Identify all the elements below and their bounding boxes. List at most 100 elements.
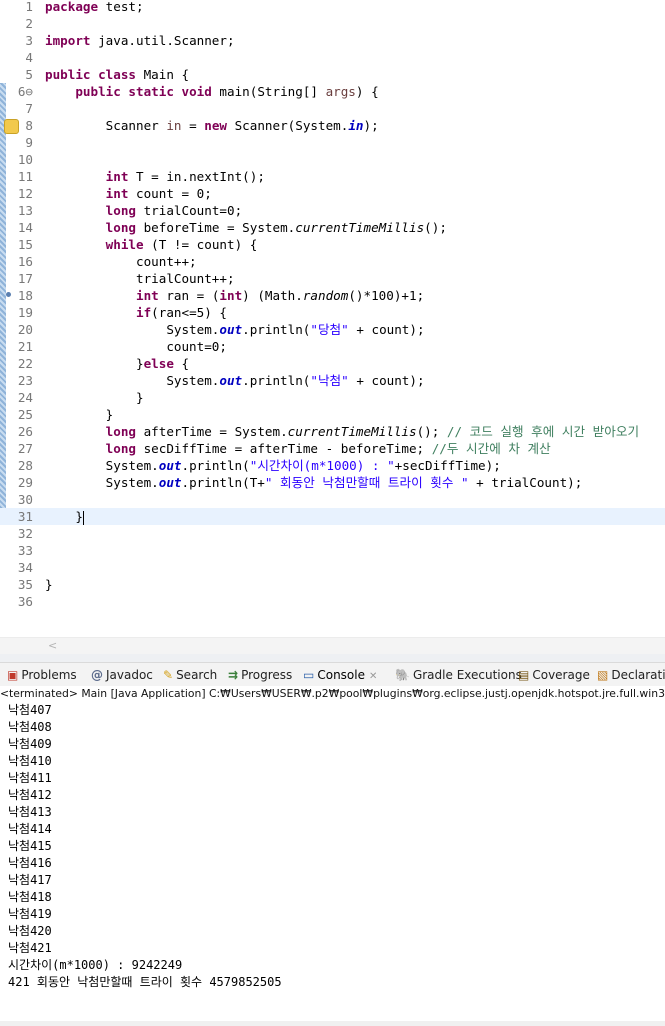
code-line[interactable]: 29 System.out.println(T+" 회동안 낙첨만할때 트라이 … bbox=[0, 474, 665, 491]
code-line[interactable]: 11 int T = in.nextInt(); bbox=[0, 168, 665, 185]
code-line[interactable]: 31 } bbox=[0, 508, 665, 525]
console-icon: ▭ bbox=[303, 668, 315, 682]
code-line[interactable]: 17 trialCount++; bbox=[0, 270, 665, 287]
line-number: 1 bbox=[25, 0, 33, 14]
code-line[interactable]: 4 bbox=[0, 49, 665, 66]
code-text: } bbox=[45, 576, 53, 593]
code-token: if bbox=[136, 305, 152, 320]
code-token: // 코드 실행 후에 시간 받아오기 bbox=[446, 424, 640, 439]
code-token: T = in.nextInt(); bbox=[128, 169, 265, 184]
code-token: int bbox=[105, 186, 129, 201]
code-line[interactable]: 25 } bbox=[0, 406, 665, 423]
progress-icon: ⇉ bbox=[228, 668, 239, 682]
line-number: 32 bbox=[17, 526, 33, 541]
code-line[interactable]: 5 public class Main { bbox=[0, 66, 665, 83]
tab-label: Search bbox=[176, 668, 218, 682]
code-line[interactable]: 9 bbox=[0, 134, 665, 151]
code-line[interactable]: 14 long beforeTime = System.currentTimeM… bbox=[0, 219, 665, 236]
code-editor[interactable]: 1 package test; 2 3 import java.util.Scanner… bbox=[0, 0, 665, 637]
code-line[interactable]: 6⊖ public static void main(String[] args… bbox=[0, 83, 665, 100]
code-line[interactable]: 34 bbox=[0, 559, 665, 576]
code-line[interactable]: 3 import java.util.Scanner; bbox=[0, 32, 665, 49]
code-text: int T = in.nextInt(); bbox=[45, 168, 265, 185]
code-token: = bbox=[181, 118, 205, 133]
editor-horizontal-scrollbar[interactable]: < bbox=[0, 637, 665, 655]
code-line[interactable]: 7 bbox=[0, 100, 665, 117]
declaration-icon: ▧ bbox=[597, 668, 609, 682]
tab-coverage[interactable]: ▤ Coverage bbox=[518, 663, 590, 687]
code-line[interactable]: 23 System.out.println("낙첨" + count); bbox=[0, 372, 665, 389]
code-token: random bbox=[302, 288, 349, 303]
gradle-icon: 🐘 bbox=[395, 668, 410, 682]
code-token: (); bbox=[416, 424, 447, 439]
code-line[interactable]: 28 System.out.println("시간차이(m*1000) : "+… bbox=[0, 457, 665, 474]
tab-problems[interactable]: ▣ Problems bbox=[7, 663, 77, 687]
code-line[interactable]: 18 int ran = (int) (Math.random()*100)+1… bbox=[0, 287, 665, 304]
code-line[interactable]: 36 bbox=[0, 593, 665, 610]
code-line[interactable]: 15 while (T != count) { bbox=[0, 236, 665, 253]
console-output[interactable]: 낙첨407 낙첨408 낙첨409 낙첨410 낙첨411 낙첨412 낙첨413 낙첨414… bbox=[0, 702, 665, 1026]
console-line: 낙첨408 bbox=[8, 720, 52, 734]
code-line[interactable]: 35} bbox=[0, 576, 665, 593]
tab-label: Progress bbox=[241, 668, 293, 682]
console-line: 낙첨412 bbox=[8, 788, 52, 802]
tab-search[interactable]: ✎ Search bbox=[163, 663, 217, 687]
tab-console[interactable]: ▭ Console ✕ bbox=[303, 663, 377, 687]
code-line[interactable]: 2 bbox=[0, 15, 665, 32]
code-token: " 회동안 낙첨만할때 트라이 횟수 " bbox=[264, 475, 469, 490]
code-line[interactable]: 27 long secDiffTime = afterTime - before… bbox=[0, 440, 665, 457]
code-line[interactable]: 30 bbox=[0, 491, 665, 508]
line-number: 6⊖ bbox=[17, 84, 33, 99]
console-terminated-header: <terminated> Main [Java Application] C:₩… bbox=[0, 686, 665, 702]
code-token: else bbox=[143, 356, 174, 371]
code-text: import java.util.Scanner; bbox=[45, 32, 235, 49]
code-token: count=0; bbox=[45, 339, 227, 354]
code-line[interactable]: 20 System.out.println("당첨" + count); bbox=[0, 321, 665, 338]
code-token: .println( bbox=[181, 458, 250, 473]
code-line[interactable]: 21 count=0; bbox=[0, 338, 665, 355]
console-line: 낙첨414 bbox=[8, 822, 52, 836]
tab-label: Declarati bbox=[611, 668, 665, 682]
coverage-icon: ▤ bbox=[518, 668, 530, 682]
code-line[interactable]: 32 bbox=[0, 525, 665, 542]
line-number: 33 bbox=[17, 543, 33, 558]
warning-marker-icon[interactable] bbox=[4, 119, 19, 134]
code-line[interactable]: 16 count++; bbox=[0, 253, 665, 270]
code-token: count++; bbox=[45, 254, 197, 269]
code-text: public static void main(String[] args) { bbox=[45, 83, 378, 100]
code-line[interactable]: 26 long afterTime = System.currentTimeMi… bbox=[0, 423, 665, 440]
line-number: 23 bbox=[17, 373, 33, 388]
code-line[interactable]: 22 }else { bbox=[0, 355, 665, 372]
code-line[interactable]: 8 Scanner in = new Scanner(System.in); bbox=[0, 117, 665, 134]
code-token: (ran<=5) { bbox=[151, 305, 227, 320]
scroll-left-icon[interactable]: < bbox=[48, 639, 57, 652]
code-token: System. bbox=[45, 475, 159, 490]
code-line[interactable]: 1 package test; bbox=[0, 0, 665, 15]
tab-gradle-executions[interactable]: 🐘 Gradle Executions bbox=[395, 663, 522, 687]
code-token: //두 시간에 차 계산 bbox=[431, 441, 551, 456]
code-token: System. bbox=[45, 322, 220, 337]
tab-javadoc[interactable]: @ Javadoc bbox=[91, 663, 153, 687]
code-token: ()*100)+1; bbox=[348, 288, 425, 303]
tab-declarati[interactable]: ▧ Declarati bbox=[597, 663, 665, 687]
close-icon[interactable]: ✕ bbox=[369, 671, 377, 682]
code-token: } bbox=[45, 356, 144, 371]
code-line[interactable]: 10 bbox=[0, 151, 665, 168]
line-number: 31 bbox=[17, 509, 33, 524]
code-line[interactable]: 13 long trialCount=0; bbox=[0, 202, 665, 219]
code-line[interactable]: 12 int count = 0; bbox=[0, 185, 665, 202]
code-token: out bbox=[219, 322, 243, 337]
tab-progress[interactable]: ⇉ Progress bbox=[228, 663, 292, 687]
console-line: 낙첨415 bbox=[8, 839, 52, 853]
code-line[interactable]: 24 } bbox=[0, 389, 665, 406]
line-number: 29 bbox=[17, 475, 33, 490]
code-line[interactable]: 33 bbox=[0, 542, 665, 559]
code-line[interactable]: 19 if(ran<=5) { bbox=[0, 304, 665, 321]
code-text: } bbox=[45, 508, 84, 525]
line-number: 16 bbox=[17, 254, 33, 269]
console-line: 낙첨420 bbox=[8, 924, 52, 938]
